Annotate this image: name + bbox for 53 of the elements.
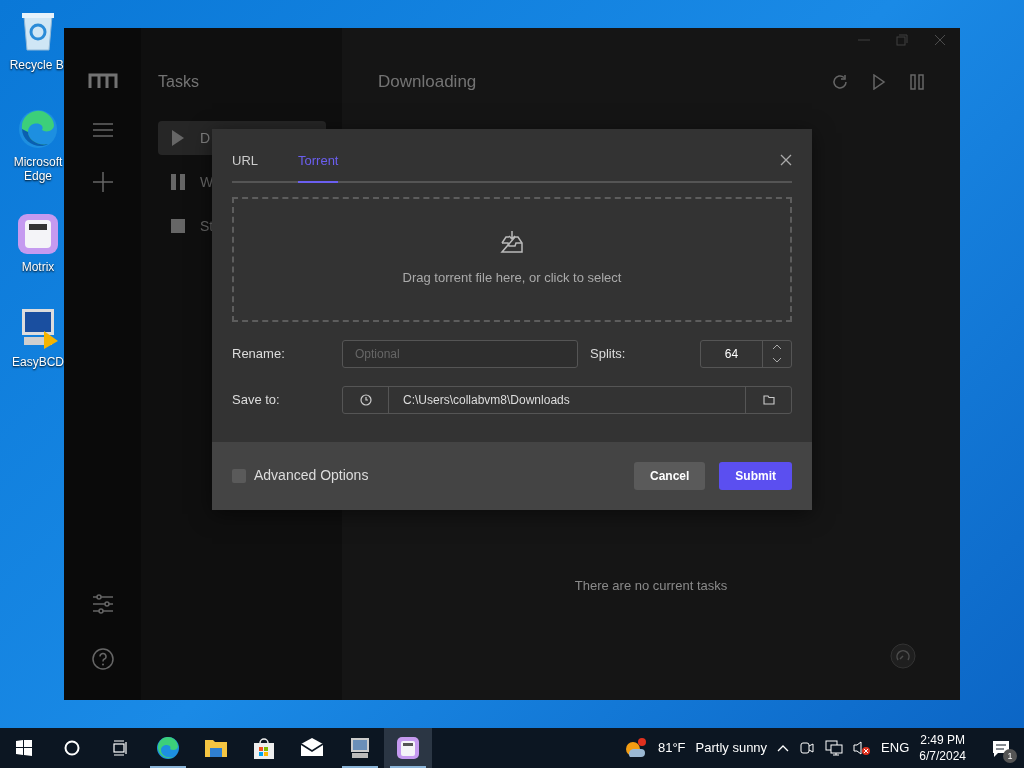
inbox-download-icon — [500, 230, 524, 255]
input-language[interactable]: ENG — [881, 738, 910, 758]
clock[interactable]: 2:49 PM 6/7/2024 — [919, 731, 966, 765]
camera-icon[interactable] — [799, 740, 816, 756]
weather-condition: Partly sunny — [695, 739, 768, 758]
play-icon[interactable] — [872, 74, 886, 91]
item-label: St — [200, 216, 214, 236]
folder-icon[interactable] — [762, 394, 775, 405]
weather-icon[interactable] — [623, 737, 648, 759]
search-icon[interactable] — [64, 740, 80, 756]
stop-icon — [170, 217, 186, 236]
refresh-icon[interactable] — [832, 74, 848, 91]
cancel-button[interactable]: Cancel — [633, 461, 706, 490]
drop-zone[interactable]: Drag torrent file here, or click to select — [232, 196, 792, 322]
splits-spinner[interactable]: 64 — [700, 339, 792, 368]
icon-label: EasyBCD — [12, 355, 64, 370]
windows-start-icon[interactable] — [16, 740, 32, 756]
icon-label: Microsoft Edge — [12, 155, 64, 184]
submit-button[interactable]: Submit — [719, 461, 792, 490]
chevron-down-icon[interactable] — [772, 357, 782, 363]
field-label: Rename: — [232, 344, 286, 363]
notification-count: 1 — [1003, 748, 1017, 763]
empty-message: There are no current tasks — [573, 577, 729, 595]
close-icon[interactable] — [780, 153, 792, 166]
drop-hint: Drag torrent file here, or click to select — [402, 269, 622, 288]
rename-field[interactable]: Optional — [342, 339, 578, 368]
panel-title: Tasks — [158, 72, 200, 92]
logo-icon — [87, 72, 118, 88]
settings-icon[interactable] — [91, 594, 114, 614]
item-label: W — [200, 172, 214, 192]
pause-icon — [170, 173, 186, 192]
page-title: Downloading — [378, 72, 478, 93]
edge-icon[interactable] — [156, 736, 180, 760]
weather-temperature: 81°F — [657, 739, 686, 758]
task-view-icon[interactable] — [112, 740, 128, 756]
clock-date: 6/7/2024 — [919, 748, 966, 765]
field-label: Splits: — [590, 344, 626, 363]
pause-icon[interactable] — [910, 74, 924, 91]
motrix-icon[interactable] — [396, 736, 420, 760]
icon-label: Motrix — [21, 260, 55, 275]
save-path-field[interactable]: C:\Users\collabvm8\Downloads — [342, 385, 792, 414]
checkbox-label: Advanced Options — [254, 466, 369, 485]
network-icon[interactable] — [825, 740, 844, 756]
field-label: Save to: — [232, 390, 281, 409]
play-icon — [170, 129, 186, 148]
help-icon[interactable] — [91, 648, 114, 670]
icon-label: Recycle Bi — [9, 58, 67, 73]
item-label: D — [200, 128, 211, 148]
history-icon[interactable] — [359, 393, 372, 406]
shopping-bag-icon[interactable] — [252, 736, 276, 760]
clock-time: 2:49 PM — [919, 731, 966, 748]
computer-icon[interactable] — [348, 736, 372, 760]
volume-muted-icon[interactable] — [853, 740, 872, 756]
